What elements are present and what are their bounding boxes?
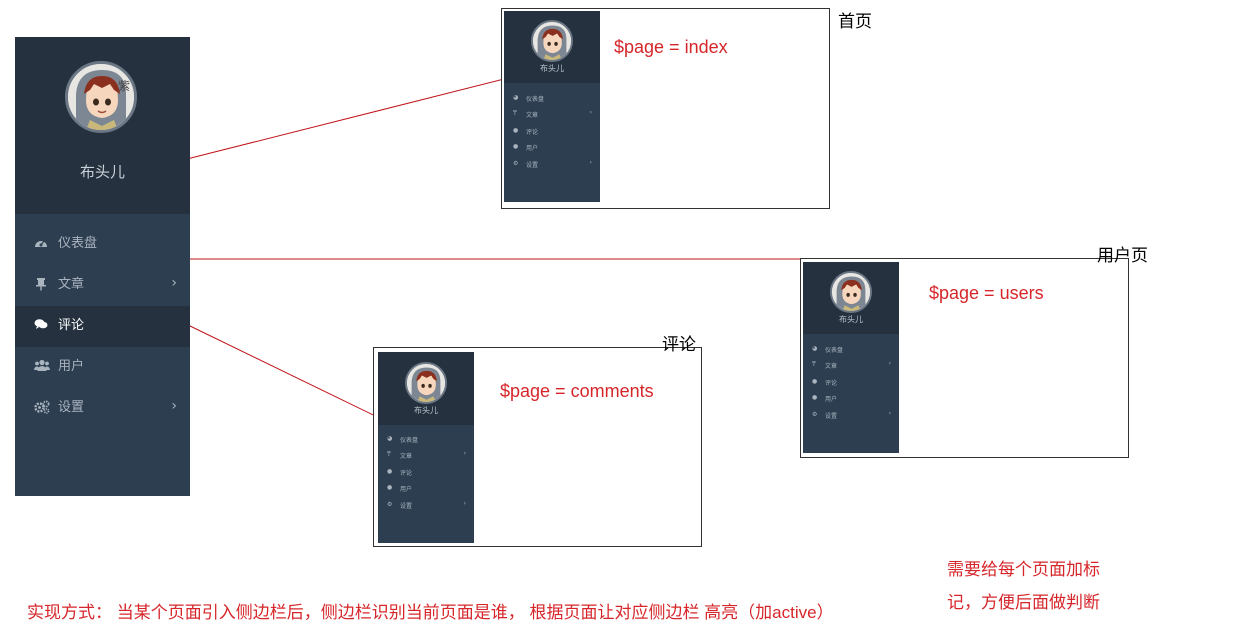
sidebar-profile: 紫 布头儿: [15, 37, 190, 214]
connector-to-comments: [187, 324, 401, 429]
page-marker-note-line2: 记，方便后面做判断: [947, 593, 1100, 612]
gears-icon: [34, 400, 50, 414]
user-name: 布头儿: [414, 406, 438, 415]
screen-comments-frame: 布头儿 ◕ 仪表盘 ₸ 文章 › ● 评论 ● 用户 ⚙ 设置 ›: [373, 347, 702, 547]
mini-item-settings: ⚙ 设置 ›: [812, 410, 891, 420]
page-marker-note: 需要给每个页面加标 记，方便后面做判断: [947, 553, 1100, 619]
mini-item-articles: ₸ 文章 ›: [812, 360, 891, 370]
screen-index-caption: 首页: [838, 12, 872, 31]
sidebar-item-settings[interactable]: 设置 ›: [15, 388, 190, 429]
mini-sidebar-index: 布头儿 ◕ 仪表盘 ₸ 文章 › ● 评论 ● 用户 ⚙ 设置 ›: [504, 11, 600, 202]
mini-profile: 布头儿: [504, 11, 600, 83]
sidebar-item-articles[interactable]: 文章 ›: [15, 265, 190, 306]
connector-to-index: [174, 74, 521, 163]
screen-index-code: $page = index: [614, 37, 728, 57]
mini-item-dashboard: ◕ 仪表盘: [513, 94, 545, 103]
mini-item-comments: ● 评论: [513, 127, 539, 136]
mini-profile: 布头儿: [378, 352, 474, 425]
sidebar-item-label: 仪表盘: [58, 236, 98, 251]
sidebar: 紫 布头儿 仪表盘 文章 › 评论 用户 设置 ›: [15, 37, 190, 496]
mini-sidebar-comments: 布头儿 ◕ 仪表盘 ₸ 文章 › ● 评论 ● 用户 ⚙ 设置 ›: [378, 352, 474, 543]
user-name: 布头儿: [540, 64, 564, 73]
mini-item-dashboard: ◕ 仪表盘: [387, 435, 419, 444]
chevron-right-icon: ›: [171, 275, 177, 291]
comments-icon: [34, 318, 48, 332]
users-icon: [34, 359, 50, 373]
page-marker-note-line1: 需要给每个页面加标: [947, 560, 1100, 579]
sidebar-item-dashboard[interactable]: 仪表盘: [15, 224, 190, 265]
mini-item-users: ● 用户: [387, 484, 413, 493]
sidebar-item-label: 评论: [58, 318, 85, 333]
mini-item-settings: ⚙ 设置 ›: [513, 159, 592, 169]
pin-icon: [34, 277, 48, 291]
sidebar-menu: 仪表盘 文章 › 评论 用户 设置 ›: [15, 224, 190, 429]
mini-item-dashboard: ◕ 仪表盘: [812, 345, 844, 354]
mini-item-comments: ● 评论: [387, 468, 413, 477]
chevron-right-icon: ›: [171, 398, 177, 414]
mini-item-articles: ₸ 文章 ›: [387, 450, 466, 460]
screen-comments-code: $page = comments: [500, 381, 654, 401]
screen-users-code: $page = users: [929, 283, 1044, 303]
mini-item-settings: ⚙ 设置 ›: [387, 500, 466, 510]
screen-comments-caption: 评论: [662, 335, 696, 354]
sidebar-item-label: 设置: [58, 400, 85, 415]
user-name: 布头儿: [839, 315, 863, 324]
dashboard-icon: [34, 236, 48, 250]
mini-item-users: ● 用户: [812, 394, 838, 403]
mini-profile: 布头儿: [803, 262, 899, 334]
mini-sidebar-users: 布头儿 ◕ 仪表盘 ₸ 文章 › ● 评论 ● 用户 ⚙ 设置 ›: [803, 262, 899, 453]
mini-item-users: ● 用户: [513, 143, 539, 152]
avatar: [531, 20, 573, 62]
avatar[interactable]: 紫: [65, 61, 137, 133]
implementation-note: 实现方式： 当某个页面引入侧边栏后，侧边栏识别当前页面是谁， 根据页面让对应侧边…: [27, 603, 834, 622]
avatar: [405, 362, 447, 404]
mini-item-articles: ₸ 文章 ›: [513, 109, 592, 119]
svg-text:紫: 紫: [118, 79, 130, 93]
user-name: 布头儿: [79, 163, 125, 181]
screen-users-caption: 用户页: [1097, 246, 1148, 265]
sidebar-item-label: 文章: [58, 277, 85, 292]
sidebar-item-comments[interactable]: 评论: [15, 306, 190, 347]
sidebar-item-label: 用户: [58, 359, 85, 374]
mini-item-comments: ● 评论: [812, 378, 838, 387]
avatar-illustration: 紫: [68, 64, 134, 130]
sidebar-item-users[interactable]: 用户: [15, 347, 190, 388]
avatar: [830, 271, 872, 313]
